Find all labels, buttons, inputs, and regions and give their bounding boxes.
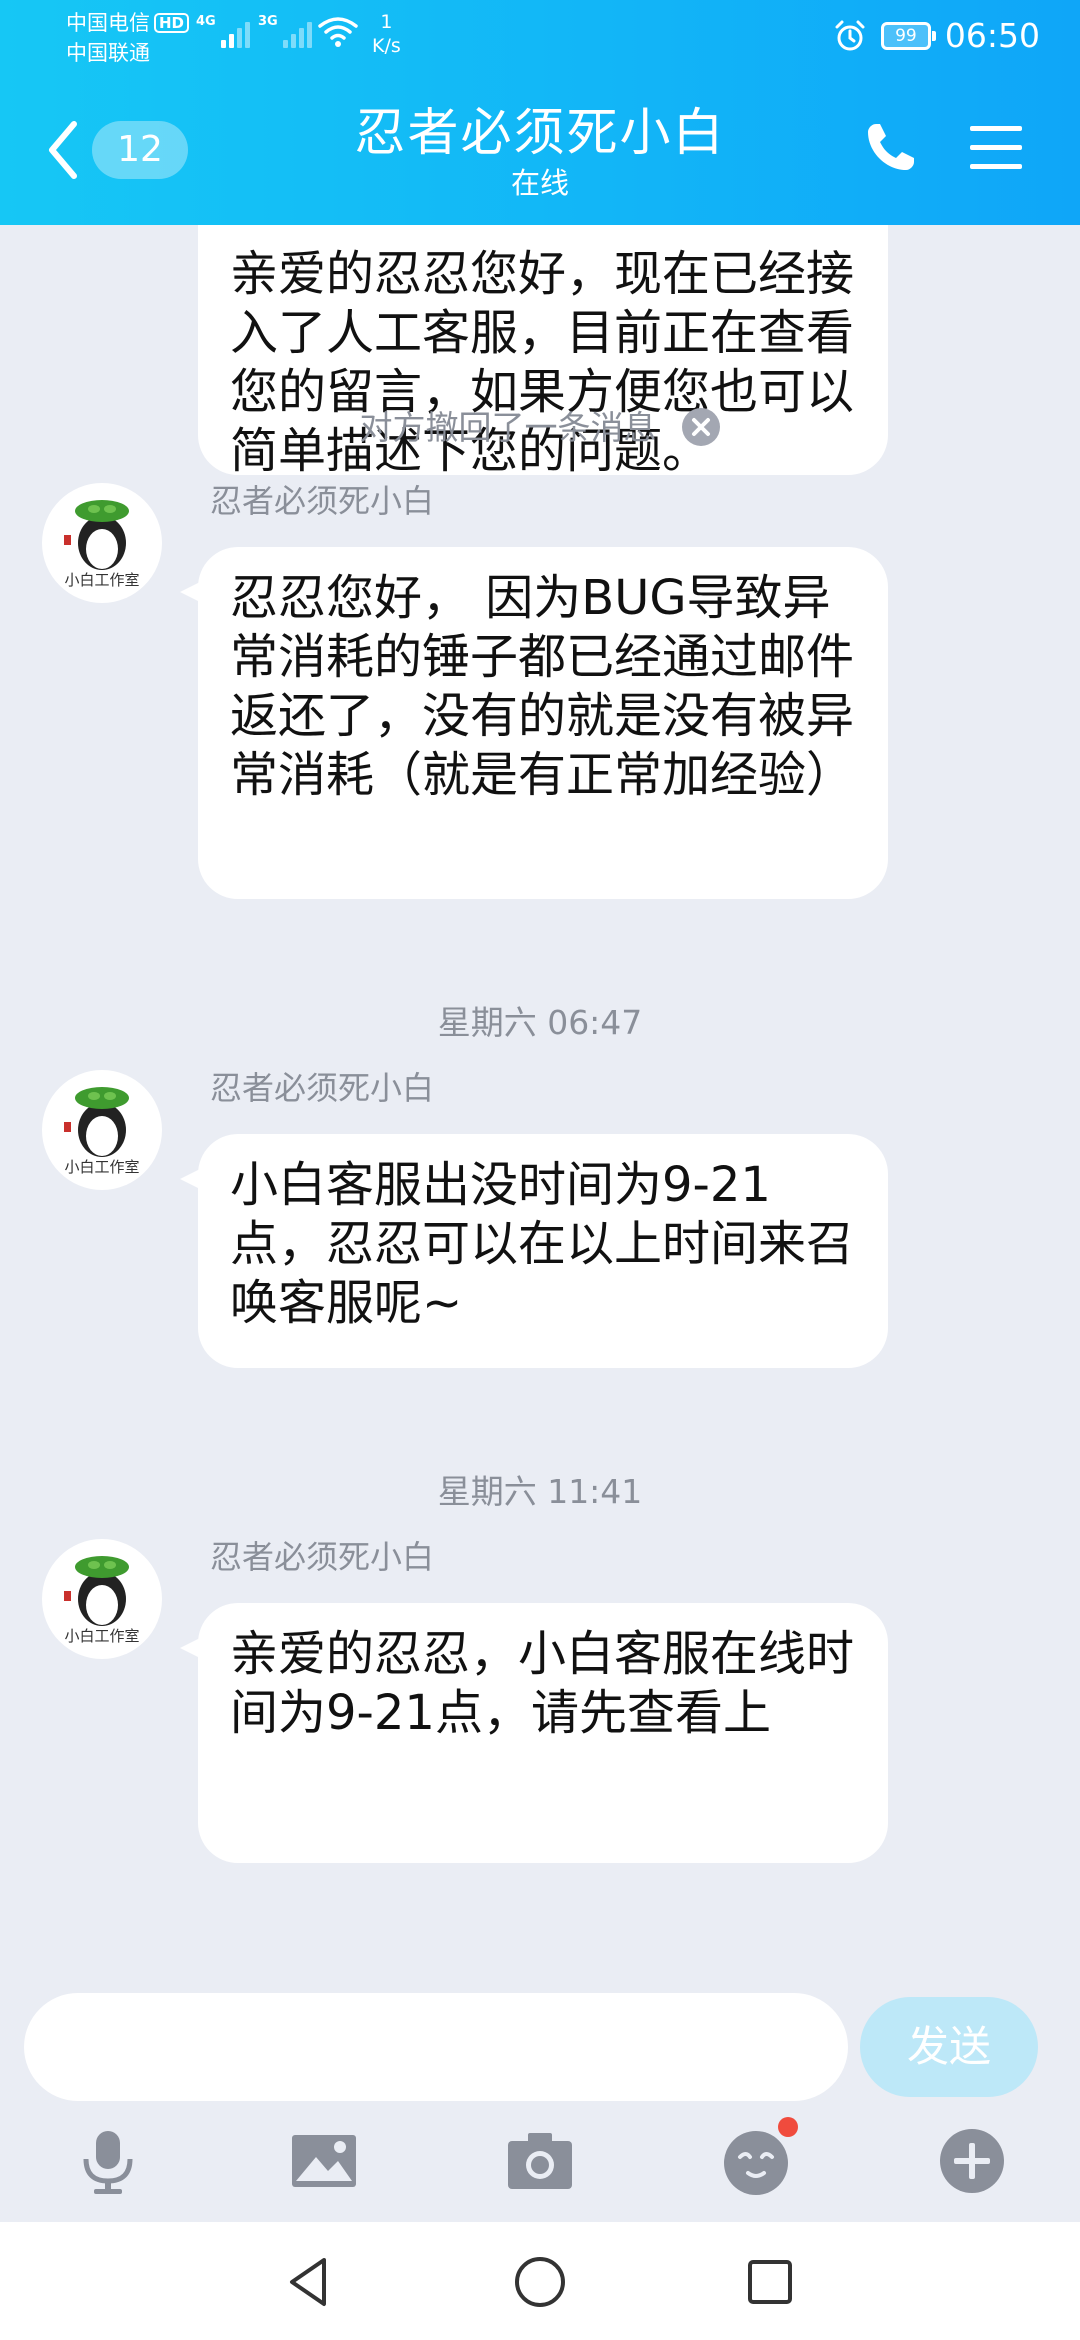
home-circle-icon[interactable] xyxy=(510,2252,570,2312)
message-bubble[interactable]: 小白客服出没时间为9-21点，忍忍可以在以上时间来召唤客服呢~ xyxy=(198,1134,888,1368)
wifi-icon xyxy=(318,17,358,47)
panda-ninja-avatar-icon: 小白工作室 xyxy=(64,1556,140,1645)
recall-notice: 对方撤回了一条消息 xyxy=(0,407,1080,448)
avatar[interactable]: 小白工作室 xyxy=(42,483,162,603)
signal-3g-icon: 3G xyxy=(258,14,312,48)
back-triangle-icon[interactable] xyxy=(280,2252,340,2312)
send-button[interactable]: 发送 xyxy=(860,1997,1038,2097)
svg-text:小白工作室: 小白工作室 xyxy=(64,1158,139,1176)
alarm-icon xyxy=(835,20,865,50)
dismiss-icon[interactable] xyxy=(681,407,721,447)
network-4g-label: 4G xyxy=(196,14,216,29)
carrier-2: 中国联通 xyxy=(66,41,150,65)
network-speed: 1 K/s xyxy=(372,10,401,58)
plus-icon[interactable] xyxy=(936,2125,1008,2197)
message-bubble[interactable]: 亲爱的忍忍，小白客服在线时间为9-21点，请先查看上 xyxy=(198,1603,888,1863)
avatar[interactable]: 小白工作室 xyxy=(42,1539,162,1659)
signal-4g-icon: 4G xyxy=(196,14,250,48)
input-area: 发送 xyxy=(0,1967,1080,2222)
message-bubble[interactable]: 忍忍您好， 因为BUG导致异常消耗的锤子都已经通过邮件返还了，没有的就是没有被异… xyxy=(198,547,888,899)
timestamp: 星期六 11:41 xyxy=(437,1472,643,1511)
sender-name: 忍者必须死小白 xyxy=(210,1538,435,1576)
microphone-icon[interactable] xyxy=(72,2125,144,2197)
avatar[interactable]: 小白工作室 xyxy=(42,1070,162,1190)
chat-title: 忍者必须死小白 xyxy=(354,104,726,163)
svg-text:小白工作室: 小白工作室 xyxy=(64,571,139,589)
recall-notice-text: 对方撤回了一条消息 xyxy=(359,408,657,447)
emoji-icon[interactable] xyxy=(720,2117,798,2197)
sender-name: 忍者必须死小白 xyxy=(210,1069,435,1107)
battery-icon: 99 xyxy=(880,21,936,50)
panda-ninja-avatar-icon: 小白工作室 xyxy=(64,1087,140,1176)
speed-unit: K/s xyxy=(372,35,401,57)
message-input[interactable] xyxy=(24,1993,848,2101)
carrier-1: 中国电信 xyxy=(66,11,150,35)
image-icon[interactable] xyxy=(288,2125,360,2197)
camera-icon[interactable] xyxy=(504,2125,576,2197)
timestamp: 星期六 06:47 xyxy=(437,1003,643,1042)
chat-screen: 中国电信 HD 中国联通 4G 3G 1 K/s 99 06:50 12 忍者必… xyxy=(0,0,1080,2340)
message-list[interactable]: 小白工作室 亲爱的忍忍您好，现在已经接入了人工客服，目前正在查看您的留言，如果方… xyxy=(0,225,1080,1967)
carrier-info: 中国电信 HD 中国联通 xyxy=(66,8,190,68)
svg-text:小白工作室: 小白工作室 xyxy=(64,1627,139,1645)
status-right: 99 06:50 xyxy=(833,16,1040,55)
system-navigation-bar xyxy=(0,2222,1080,2340)
recents-square-icon[interactable] xyxy=(740,2252,800,2312)
notification-dot xyxy=(778,2117,798,2137)
menu-icon[interactable] xyxy=(968,122,1024,174)
clock: 06:50 xyxy=(944,16,1040,55)
chat-header: 中国电信 HD 中国联通 4G 3G 1 K/s 99 06:50 12 忍者必… xyxy=(0,0,1080,225)
sender-name: 忍者必须死小白 xyxy=(210,482,435,520)
hd-badge: HD xyxy=(154,13,190,33)
panda-ninja-avatar-icon: 小白工作室 xyxy=(64,500,140,589)
speed-value: 1 xyxy=(380,11,393,33)
online-status: 在线 xyxy=(510,166,569,200)
phone-call-icon[interactable] xyxy=(862,120,918,176)
network-3g-label: 3G xyxy=(258,14,278,29)
